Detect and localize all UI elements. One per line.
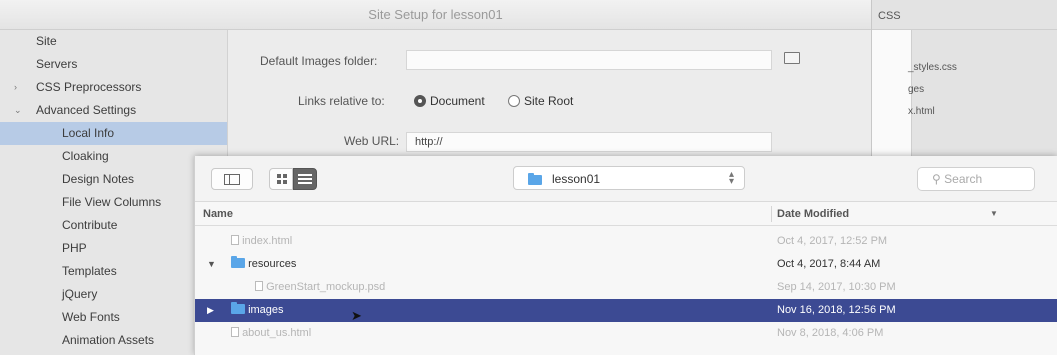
- file-date: Nov 8, 2018, 4:06 PM: [777, 327, 884, 339]
- radio-document-label: Document: [430, 94, 485, 108]
- sidebar-item-css-preprocessors[interactable]: › CSS Preprocessors: [0, 76, 227, 99]
- disclosure-right-icon[interactable]: ▶: [207, 299, 214, 322]
- file-name: about_us.html: [231, 322, 311, 345]
- file-name-text: index.html: [242, 235, 293, 247]
- folder-icon: [528, 173, 542, 185]
- sidebar-item-templates[interactable]: Templates: [0, 260, 227, 283]
- list-item[interactable]: ▼ resources Oct 4, 2017, 8:44 AM: [195, 253, 1057, 276]
- up-down-chevron-icon: ▴ ▾: [728, 169, 734, 187]
- folder-icon: [231, 256, 245, 268]
- file-name: index.html: [231, 230, 292, 253]
- sidebar-item-local-info[interactable]: Local Info: [0, 122, 227, 145]
- disclosure-down-icon[interactable]: ▼: [207, 253, 216, 276]
- sidebar-item-label: CSS Preprocessors: [36, 80, 142, 94]
- sidebar-item-label: Contribute: [62, 218, 118, 232]
- file-date: Oct 4, 2017, 12:52 PM: [777, 235, 888, 247]
- search-icon: ⚲: [932, 172, 941, 186]
- sidebar-item-web-fonts[interactable]: Web Fonts: [0, 306, 227, 329]
- column-divider[interactable]: [771, 206, 772, 222]
- list-item[interactable]: index.html Oct 4, 2017, 12:52 PM: [195, 230, 1057, 253]
- file-date: Nov 16, 2018, 12:56 PM: [777, 304, 896, 316]
- column-header-name[interactable]: Name: [203, 208, 233, 220]
- file-name-text: images: [248, 304, 284, 316]
- chevron-right-icon[interactable]: ›: [14, 76, 17, 99]
- radio-unselected-icon: [508, 95, 520, 107]
- sidebar-item-label: PHP: [62, 241, 87, 255]
- sidebar-item-file-view-columns[interactable]: File View Columns: [0, 191, 227, 214]
- sidebar-item-jquery[interactable]: jQuery: [0, 283, 227, 306]
- sidebar-item-php[interactable]: PHP: [0, 237, 227, 260]
- sidebar-item-label: File View Columns: [62, 195, 162, 209]
- list-icon: [298, 173, 312, 185]
- radio-document[interactable]: Document: [414, 94, 485, 108]
- sidebar-item-animation-assets[interactable]: Animation Assets: [0, 329, 227, 352]
- web-url-label: Web URL:: [344, 134, 400, 148]
- radio-site-root-label: Site Root: [524, 94, 574, 108]
- files-panel-item[interactable]: ges: [908, 84, 924, 95]
- folder-browse-icon[interactable]: [784, 52, 800, 64]
- file-name: resources: [231, 253, 296, 276]
- sort-descending-icon[interactable]: ▼: [990, 209, 998, 218]
- file-name: images: [231, 299, 284, 322]
- search-input[interactable]: ⚲ Search: [917, 167, 1035, 191]
- sidebar-item-label: Advanced Settings: [36, 103, 137, 117]
- dialog-title: Site Setup for lesson01: [0, 0, 871, 30]
- sidebar-item-label: Design Notes: [62, 172, 135, 186]
- folder-icon: [231, 302, 245, 314]
- icon-view-button[interactable]: [269, 168, 293, 190]
- sidebar-item-cloaking[interactable]: Cloaking: [0, 145, 227, 168]
- search-placeholder: Search: [944, 172, 983, 186]
- files-panel-tree: [872, 30, 912, 160]
- sidebar-item-label: Web Fonts: [62, 310, 120, 324]
- radio-selected-icon: [414, 95, 426, 107]
- files-panel-item[interactable]: x.html: [908, 106, 935, 117]
- default-images-field[interactable]: [406, 50, 772, 70]
- file-name-text: about_us.html: [242, 327, 312, 339]
- links-relative-label: Links relative to:: [298, 94, 385, 108]
- files-panel-header: CSS: [872, 0, 1057, 30]
- sidebar-item-label: Servers: [36, 57, 78, 71]
- psd-file-icon: [255, 281, 263, 291]
- default-images-label: Default Images folder:: [260, 54, 378, 68]
- sidebar-icon: [224, 174, 240, 185]
- web-url-field[interactable]: http://: [406, 132, 772, 152]
- file-name-text: GreenStart_mockup.psd: [266, 281, 386, 293]
- file-name: GreenStart_mockup.psd: [255, 276, 385, 299]
- sidebar-item-site[interactable]: Site: [0, 30, 227, 53]
- browser-toolbar: lesson01 ▴ ▾ ⚲ Search: [195, 156, 1057, 202]
- sidebar-item-label: Templates: [62, 264, 117, 278]
- list-view-button[interactable]: [293, 168, 317, 190]
- list-item-selected[interactable]: ▶ images Nov 16, 2018, 12:56 PM ➤: [195, 299, 1057, 323]
- list-item[interactable]: GreenStart_mockup.psd Sep 14, 2017, 10:3…: [195, 276, 1057, 299]
- sidebar-item-servers[interactable]: Servers: [0, 53, 227, 76]
- file-date: Sep 14, 2017, 10:30 PM: [777, 281, 896, 293]
- list-item[interactable]: about_us.html Nov 8, 2018, 4:06 PM: [195, 322, 1057, 345]
- sidebar-item-label: jQuery: [62, 287, 98, 301]
- file-name-text: resources: [248, 258, 297, 270]
- sidebar-item-design-notes[interactable]: Design Notes: [0, 168, 227, 191]
- column-header-date-modified[interactable]: Date Modified: [777, 208, 849, 220]
- folder-path-select[interactable]: lesson01 ▴ ▾: [513, 166, 745, 190]
- file-browser-sheet: lesson01 ▴ ▾ ⚲ Search Name Date Modified …: [194, 156, 1057, 355]
- files-panel-title: CSS: [878, 10, 901, 22]
- sidebar-item-advanced-settings[interactable]: ⌄ Advanced Settings: [0, 99, 227, 122]
- column-header-row: Name Date Modified ▼: [195, 202, 1057, 226]
- chevron-down-icon[interactable]: ⌄: [14, 99, 22, 122]
- sidebar-item-label: Animation Assets: [62, 333, 155, 347]
- html-file-icon: [231, 327, 239, 337]
- grid-icon: [277, 174, 287, 184]
- sidebar-item-contribute[interactable]: Contribute: [0, 214, 227, 237]
- html-file-icon: [231, 235, 239, 245]
- file-date: Oct 4, 2017, 8:44 AM: [777, 258, 881, 270]
- folder-path-label: lesson01: [552, 172, 601, 186]
- files-panel-item[interactable]: _styles.css: [908, 62, 957, 73]
- sidebar-item-label: Local Info: [62, 126, 115, 140]
- sidebar-item-label: Site: [36, 34, 57, 48]
- sidebar-toggle-button[interactable]: [211, 168, 253, 190]
- radio-site-root[interactable]: Site Root: [508, 94, 573, 108]
- sidebar-item-label: Cloaking: [62, 149, 109, 163]
